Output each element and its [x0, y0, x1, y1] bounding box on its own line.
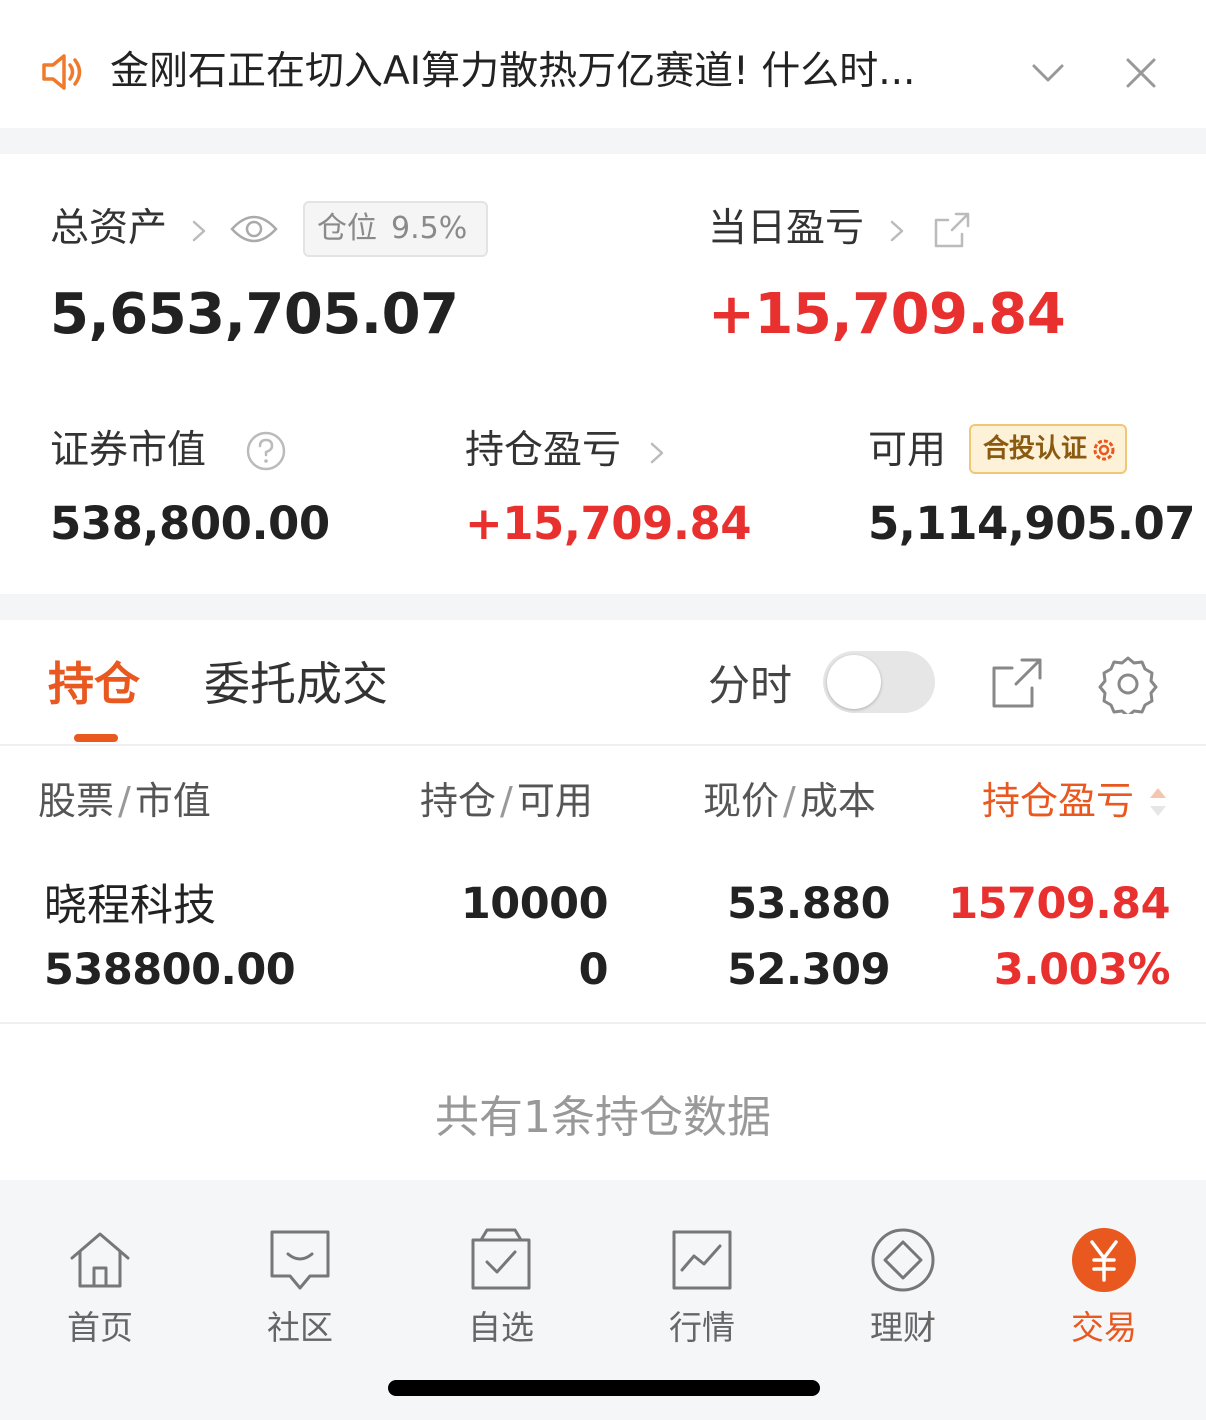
badge-gear-icon: [1093, 439, 1115, 461]
nav-wealth[interactable]: 理财: [843, 1220, 963, 1350]
chart-icon: [672, 1230, 732, 1290]
tab-holdings[interactable]: 持仓: [48, 652, 140, 716]
cert-label: 合投认证: [983, 434, 1088, 464]
securities-value: 538,800.00: [50, 497, 330, 550]
header-position: 持仓: [420, 779, 497, 823]
divider: [0, 128, 1206, 154]
chevron-right-icon: [890, 220, 904, 242]
table-row[interactable]: 晓程科技 538800.00 10000 0 53.880 52.309 157…: [0, 860, 1206, 1024]
diamond-icon: [871, 1228, 935, 1292]
header-market-value: 市值: [134, 779, 211, 823]
sort-icon[interactable]: [1146, 784, 1170, 820]
stock-name: 晓程科技: [44, 881, 216, 931]
watchlist-icon: [471, 1228, 531, 1290]
available-value: 5,114,905.07: [868, 497, 1196, 550]
available-label: 可用: [868, 428, 947, 473]
daily-pl-value: +15,709.84: [708, 282, 1066, 347]
yen-icon: [1072, 1228, 1136, 1292]
stock-position: 10000: [460, 879, 609, 929]
holding-pl-label[interactable]: 持仓盈亏: [465, 426, 621, 476]
nav-label: 理财: [870, 1308, 936, 1347]
header-price: 现价: [703, 779, 780, 823]
news-notice-bar[interactable]: 金刚石正在切入AI算力散热万亿赛道! 什么时...: [0, 6, 1206, 128]
holdings-table-header: 股票 / 市值 持仓 / 可用 现价 / 成本 持仓盈亏: [0, 748, 1206, 848]
total-assets-value: 5,653,705.07: [50, 282, 459, 347]
securities-value-label: 证券市值: [50, 428, 207, 473]
stock-available: 0: [578, 945, 609, 995]
holding-pl-value: +15,709.84: [465, 497, 752, 550]
header-sep: /: [500, 779, 513, 823]
asset-summary: 总资产 仓位 9.5% 5,653,705.07 当日盈亏 +15,709.84 …: [0, 154, 1206, 594]
speaker-icon: [42, 54, 82, 90]
position-ratio-badge: 仓位 9.5%: [303, 201, 488, 257]
help-icon[interactable]: [245, 430, 287, 472]
home-icon: [70, 1232, 130, 1288]
tab-indicator: [74, 734, 118, 742]
home-indicator[interactable]: [388, 1380, 820, 1396]
notice-text[interactable]: 金刚石正在切入AI算力散热万亿赛道! 什么时...: [110, 44, 1020, 100]
tab-orders[interactable]: 委托成交: [204, 652, 388, 716]
nav-market[interactable]: 行情: [642, 1220, 762, 1350]
nav-home[interactable]: 首页: [40, 1220, 160, 1350]
close-icon[interactable]: [1120, 52, 1162, 94]
chat-icon: [270, 1230, 330, 1290]
header-available: 可用: [516, 779, 593, 823]
certification-badge[interactable]: 合投认证: [969, 424, 1127, 474]
daily-pl-label[interactable]: 当日盈亏: [708, 204, 864, 254]
position-label: 仓位: [317, 211, 377, 246]
chevron-down-icon[interactable]: [1028, 58, 1068, 88]
nav-label: 自选: [468, 1308, 534, 1347]
nav-label: 交易: [1071, 1308, 1137, 1347]
timeshare-toggle[interactable]: [823, 651, 935, 713]
share-icon[interactable]: [932, 210, 972, 250]
chevron-right-icon: [650, 442, 664, 464]
eye-icon[interactable]: [229, 212, 279, 246]
header-position-available[interactable]: 持仓 / 可用: [420, 776, 593, 826]
nav-trade[interactable]: 交易: [1044, 1220, 1164, 1350]
nav-label: 首页: [67, 1308, 133, 1347]
settings-gear-icon[interactable]: [1098, 654, 1158, 714]
timeshare-label: 分时: [708, 661, 793, 710]
trading-page: 金刚石正在切入AI算力散热万亿赛道! 什么时... 总资产 仓位 9.5% 5,6…: [0, 0, 1206, 1420]
position-value: 9.5%: [391, 211, 468, 246]
stock-pl-percent: 3.003%: [993, 945, 1171, 995]
chevron-right-icon: [192, 220, 206, 242]
header-sep: /: [783, 779, 796, 823]
stock-price: 53.880: [727, 879, 890, 929]
holdings-count-note: 共有1条持仓数据: [435, 1092, 771, 1143]
stock-market-value: 538800.00: [44, 945, 296, 995]
toggle-knob: [827, 655, 881, 709]
tab-bar: 持仓 委托成交 分时: [0, 620, 1206, 746]
header-cost: 成本: [799, 779, 876, 823]
share-icon[interactable]: [990, 656, 1044, 710]
header-price-cost[interactable]: 现价 / 成本: [703, 776, 876, 826]
header-pl[interactable]: 持仓盈亏: [982, 776, 1134, 826]
nav-watchlist[interactable]: 自选: [441, 1220, 561, 1350]
nav-community[interactable]: 社区: [240, 1220, 360, 1350]
stock-pl: 15709.84: [948, 879, 1170, 929]
nav-label: 行情: [669, 1308, 735, 1347]
stock-cost: 52.309: [727, 945, 890, 995]
header-stock: 股票: [38, 779, 115, 823]
header-stock-value[interactable]: 股票 / 市值: [38, 776, 211, 826]
divider: [0, 594, 1206, 620]
total-assets-label[interactable]: 总资产: [50, 204, 167, 254]
nav-label: 社区: [267, 1308, 333, 1347]
header-sep: /: [118, 779, 131, 823]
